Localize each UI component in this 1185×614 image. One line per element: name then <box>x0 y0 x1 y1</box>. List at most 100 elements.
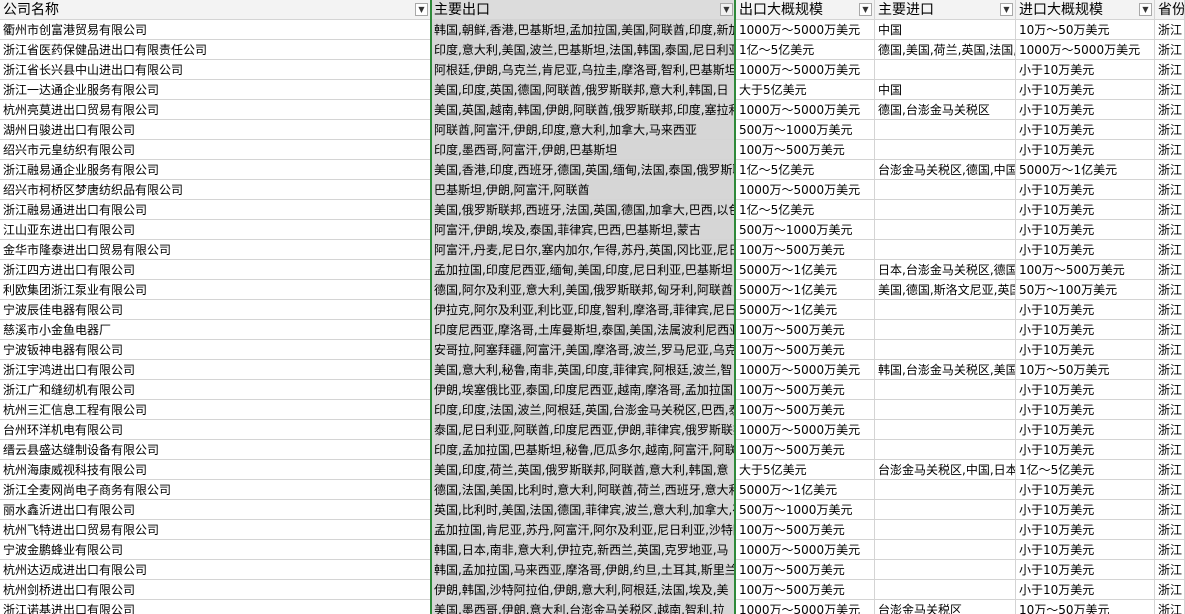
cell-company-name[interactable]: 杭州达迈成进出口有限公司 <box>0 560 431 580</box>
cell-main-import[interactable] <box>875 440 1016 460</box>
cell-province[interactable]: 浙江 <box>1155 100 1185 120</box>
cell-main-import[interactable]: 美国,德国,斯洛文尼亚,英国 <box>875 280 1016 300</box>
cell-province[interactable]: 浙江 <box>1155 180 1185 200</box>
cell-main-import[interactable]: 台澎金马关税区 <box>875 600 1016 614</box>
cell-main-import[interactable]: 德国,台澎金马关税区 <box>875 100 1016 120</box>
cell-import-scale[interactable]: 小于10万美元 <box>1016 340 1155 360</box>
cell-export-scale[interactable]: 500万～1000万美元 <box>736 120 875 140</box>
cell-export-scale[interactable]: 1000万～5000万美元 <box>736 60 875 80</box>
cell-main-export[interactable]: 美国,香港,印度,西班牙,德国,英国,缅甸,法国,泰国,俄罗斯联 <box>431 160 736 180</box>
cell-import-scale[interactable]: 1亿～5亿美元 <box>1016 460 1155 480</box>
cell-import-scale[interactable]: 小于10万美元 <box>1016 380 1155 400</box>
cell-company-name[interactable]: 杭州三汇信息工程有限公司 <box>0 400 431 420</box>
cell-company-name[interactable]: 浙江四方进出口有限公司 <box>0 260 431 280</box>
cell-main-export[interactable]: 韩国,孟加拉国,马来西亚,摩洛哥,伊朗,约旦,土耳其,斯里兰 <box>431 560 736 580</box>
cell-export-scale[interactable]: 500万～1000万美元 <box>736 220 875 240</box>
cell-province[interactable]: 浙江 <box>1155 160 1185 180</box>
cell-main-export[interactable]: 阿富汗,丹麦,尼日尔,塞内加尔,乍得,苏丹,英国,冈比亚,尼日 <box>431 240 736 260</box>
cell-main-export[interactable]: 德国,阿尔及利亚,意大利,美国,俄罗斯联邦,匈牙利,阿联酋, <box>431 280 736 300</box>
cell-export-scale[interactable]: 5000万～1亿美元 <box>736 480 875 500</box>
cell-main-export[interactable]: 安哥拉,阿塞拜疆,阿富汗,美国,摩洛哥,波兰,罗马尼亚,乌克 <box>431 340 736 360</box>
cell-export-scale[interactable]: 大于5亿美元 <box>736 80 875 100</box>
cell-province[interactable]: 浙江 <box>1155 520 1185 540</box>
cell-company-name[interactable]: 绍兴市元皇纺织有限公司 <box>0 140 431 160</box>
cell-company-name[interactable]: 浙江省长兴县中山进出口有限公司 <box>0 60 431 80</box>
cell-import-scale[interactable]: 100万～500万美元 <box>1016 260 1155 280</box>
cell-company-name[interactable]: 浙江省医药保健品进出口有限责任公司 <box>0 40 431 60</box>
cell-province[interactable]: 浙江 <box>1155 380 1185 400</box>
cell-export-scale[interactable]: 1000万～5000万美元 <box>736 180 875 200</box>
cell-import-scale[interactable]: 小于10万美元 <box>1016 180 1155 200</box>
header-main-import[interactable]: 主要进口 ▼ <box>875 0 1016 20</box>
filter-dropdown-icon[interactable]: ▼ <box>415 3 428 16</box>
cell-import-scale[interactable]: 小于10万美元 <box>1016 100 1155 120</box>
cell-import-scale[interactable]: 小于10万美元 <box>1016 580 1155 600</box>
cell-company-name[interactable]: 浙江一达通企业服务有限公司 <box>0 80 431 100</box>
cell-import-scale[interactable]: 小于10万美元 <box>1016 520 1155 540</box>
cell-import-scale[interactable]: 小于10万美元 <box>1016 300 1155 320</box>
cell-import-scale[interactable]: 5000万～1亿美元 <box>1016 160 1155 180</box>
cell-main-export[interactable]: 印度,印度,法国,波兰,阿根廷,英国,台澎金马关税区,巴西,泰 <box>431 400 736 420</box>
filter-active-icon[interactable]: ▼ <box>720 3 733 16</box>
cell-main-import[interactable] <box>875 60 1016 80</box>
cell-import-scale[interactable]: 小于10万美元 <box>1016 400 1155 420</box>
cell-main-import[interactable] <box>875 580 1016 600</box>
cell-import-scale[interactable]: 小于10万美元 <box>1016 420 1155 440</box>
cell-import-scale[interactable]: 小于10万美元 <box>1016 560 1155 580</box>
cell-main-import[interactable]: 台澎金马关税区,中国,日本 <box>875 460 1016 480</box>
cell-province[interactable]: 浙江 <box>1155 220 1185 240</box>
cell-export-scale[interactable]: 5000万～1亿美元 <box>736 280 875 300</box>
cell-export-scale[interactable]: 100万～500万美元 <box>736 400 875 420</box>
cell-main-export[interactable]: 孟加拉国,肯尼亚,苏丹,阿富汗,阿尔及利亚,尼日利亚,沙特阿 <box>431 520 736 540</box>
cell-company-name[interactable]: 浙江诺基进出口有限公司 <box>0 600 431 614</box>
cell-main-export[interactable]: 印度,意大利,美国,波兰,巴基斯坦,法国,韩国,泰国,尼日利亚, <box>431 40 736 60</box>
cell-province[interactable]: 浙江 <box>1155 540 1185 560</box>
cell-import-scale[interactable]: 小于10万美元 <box>1016 220 1155 240</box>
cell-import-scale[interactable]: 小于10万美元 <box>1016 60 1155 80</box>
filter-dropdown-icon[interactable]: ▼ <box>1000 3 1013 16</box>
header-province[interactable]: 省份 <box>1155 0 1185 20</box>
cell-company-name[interactable]: 宁波辰佳电器有限公司 <box>0 300 431 320</box>
cell-main-export[interactable]: 美国,印度,荷兰,英国,俄罗斯联邦,阿联酋,意大利,韩国,意 <box>431 460 736 480</box>
cell-province[interactable]: 浙江 <box>1155 240 1185 260</box>
cell-main-import[interactable] <box>875 520 1016 540</box>
cell-main-export[interactable]: 印度,孟加拉国,巴基斯坦,秘鲁,厄瓜多尔,越南,阿富汗,阿联 <box>431 440 736 460</box>
cell-company-name[interactable]: 缙云县盛达缝制设备有限公司 <box>0 440 431 460</box>
cell-import-scale[interactable]: 小于10万美元 <box>1016 200 1155 220</box>
cell-company-name[interactable]: 湖州日骏进出口有限公司 <box>0 120 431 140</box>
cell-main-import[interactable]: 德国,美国,荷兰,英国,法国, <box>875 40 1016 60</box>
cell-export-scale[interactable]: 1000万～5000万美元 <box>736 100 875 120</box>
cell-export-scale[interactable]: 1亿～5亿美元 <box>736 160 875 180</box>
header-import-scale[interactable]: 进口大概规模 ▼ <box>1016 0 1155 20</box>
cell-main-import[interactable]: 中国 <box>875 20 1016 40</box>
cell-import-scale[interactable]: 小于10万美元 <box>1016 440 1155 460</box>
cell-company-name[interactable]: 浙江宇鸿进出口有限公司 <box>0 360 431 380</box>
cell-main-export[interactable]: 阿联酋,阿富汗,伊朗,印度,意大利,加拿大,马来西亚 <box>431 120 736 140</box>
cell-import-scale[interactable]: 小于10万美元 <box>1016 240 1155 260</box>
cell-import-scale[interactable]: 10万～50万美元 <box>1016 20 1155 40</box>
cell-province[interactable]: 浙江 <box>1155 400 1185 420</box>
cell-company-name[interactable]: 衢州市创富港贸易有限公司 <box>0 20 431 40</box>
cell-company-name[interactable]: 台州环洋机电有限公司 <box>0 420 431 440</box>
cell-import-scale[interactable]: 1000万～5000万美元 <box>1016 40 1155 60</box>
cell-import-scale[interactable]: 小于10万美元 <box>1016 120 1155 140</box>
cell-main-import[interactable] <box>875 500 1016 520</box>
cell-main-export[interactable]: 阿根廷,伊朗,乌克兰,肯尼亚,乌拉圭,摩洛哥,智利,巴基斯坦, <box>431 60 736 80</box>
cell-main-export[interactable]: 韩国,朝鲜,香港,巴基斯坦,孟加拉国,美国,阿联酋,印度,新加 <box>431 20 736 40</box>
cell-main-export[interactable]: 韩国,日本,南非,意大利,伊拉克,新西兰,英国,克罗地亚,马 <box>431 540 736 560</box>
cell-main-import[interactable] <box>875 340 1016 360</box>
cell-main-import[interactable] <box>875 420 1016 440</box>
cell-company-name[interactable]: 浙江全麦网尚电子商务有限公司 <box>0 480 431 500</box>
cell-company-name[interactable]: 宁波钣神电器有限公司 <box>0 340 431 360</box>
cell-province[interactable]: 浙江 <box>1155 40 1185 60</box>
cell-province[interactable]: 浙江 <box>1155 200 1185 220</box>
cell-main-export[interactable]: 美国,俄罗斯联邦,西班牙,法国,英国,德国,加拿大,巴西,以色 <box>431 200 736 220</box>
cell-main-import[interactable] <box>875 480 1016 500</box>
cell-main-import[interactable] <box>875 120 1016 140</box>
cell-company-name[interactable]: 丽水鑫沂进出口有限公司 <box>0 500 431 520</box>
header-company-name[interactable]: 公司名称 ▼ <box>0 0 431 20</box>
cell-main-import[interactable] <box>875 200 1016 220</box>
cell-export-scale[interactable]: 1000万～5000万美元 <box>736 360 875 380</box>
cell-company-name[interactable]: 浙江融易通企业服务有限公司 <box>0 160 431 180</box>
cell-company-name[interactable]: 宁波金鹏蜂业有限公司 <box>0 540 431 560</box>
